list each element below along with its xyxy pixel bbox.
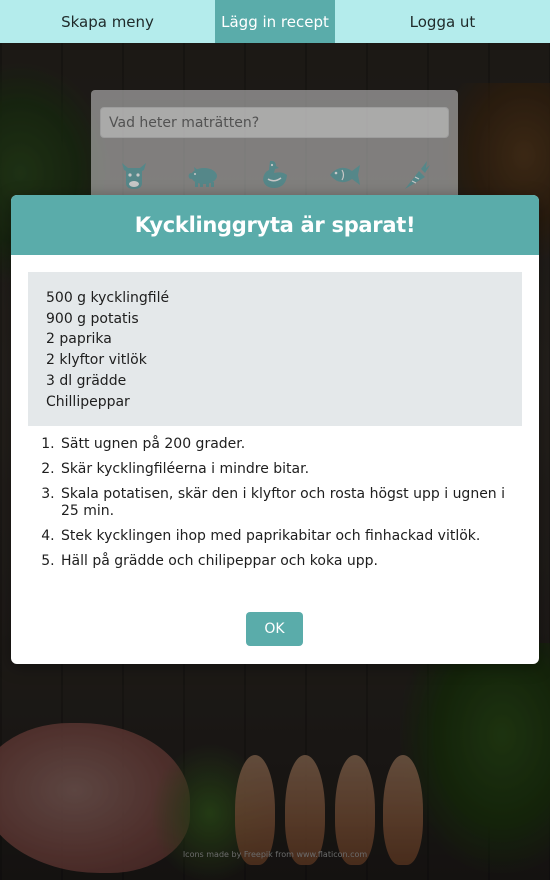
nav-add-recipe[interactable]: Lägg in recept	[215, 0, 335, 43]
nav-logout[interactable]: Logga ut	[335, 0, 550, 43]
instruction-step: Skär kycklingfiléerna i mindre bitar.	[59, 461, 519, 478]
ingredient-item: 900 g potatis	[46, 310, 139, 327]
instruction-step: Stek kycklingen ihop med paprikabitar oc…	[59, 528, 519, 545]
instruction-step: Skala potatisen, skär den i klyftor och …	[59, 486, 519, 520]
instruction-step: Häll på grädde och chilipeppar och koka …	[59, 553, 519, 570]
modal-header: Kycklinggryta är sparat!	[11, 195, 539, 255]
top-nav: Skapa meny Lägg in recept Logga ut	[0, 0, 550, 43]
saved-recipe-modal: Kycklinggryta är sparat! 500 g kycklingf…	[11, 195, 539, 664]
ingredient-item: 3 dl grädde	[46, 372, 127, 389]
ingredient-item: 2 paprika	[46, 331, 112, 348]
modal-title: Kycklinggryta är sparat!	[134, 213, 416, 237]
ingredient-item: Chillipeppar	[46, 393, 130, 410]
ingredient-list: 500 g kycklingfilé 900 g potatis 2 papri…	[28, 272, 522, 426]
nav-create-menu[interactable]: Skapa meny	[0, 0, 215, 43]
instruction-list: Sätt ugnen på 200 grader. Skär kycklingf…	[59, 436, 519, 570]
ingredient-item: 500 g kycklingfilé	[46, 290, 170, 306]
ok-button[interactable]: OK	[246, 612, 303, 646]
instruction-step: Sätt ugnen på 200 grader.	[59, 436, 519, 453]
ingredient-item: 2 klyftor vitlök	[46, 352, 147, 369]
